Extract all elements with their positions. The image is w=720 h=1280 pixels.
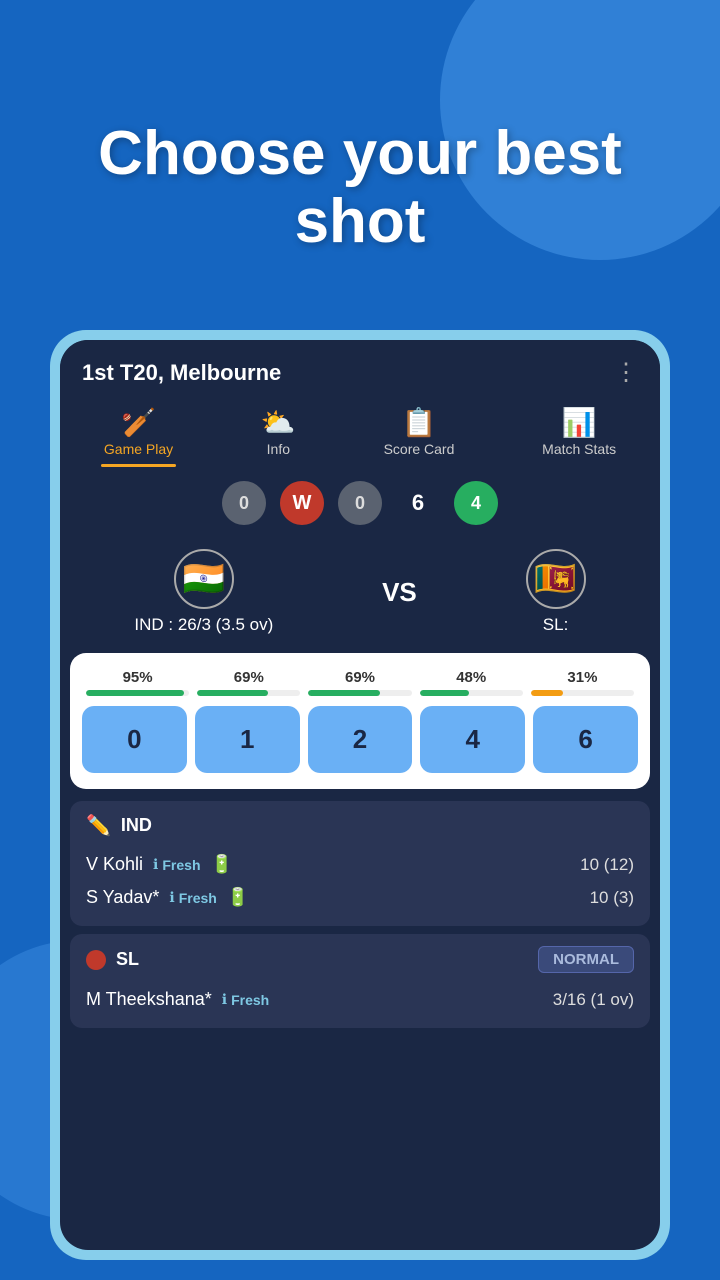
tab-score-card-label: Score Card bbox=[384, 441, 455, 457]
pct-fill-4 bbox=[420, 690, 470, 696]
pct-bar-2 bbox=[308, 690, 411, 696]
batting-icon: ✏️ bbox=[86, 813, 111, 838]
fresh-label-yadav: Fresh bbox=[179, 890, 217, 906]
pct-2: 69% bbox=[345, 669, 375, 686]
shot-col-2: 69% bbox=[304, 669, 415, 696]
score-balls-row: 0 W 0 6 4 bbox=[60, 467, 660, 539]
battery-icon-yadav: 🔋 bbox=[227, 887, 249, 908]
battery-icon-kohli: 🔋 bbox=[211, 854, 233, 875]
hero-line2: shot bbox=[295, 187, 426, 256]
teams-section: 🇮🇳 IND : 26/3 (3.5 ov) VS 🇱🇰 SL: bbox=[60, 539, 660, 641]
pct-bar-1 bbox=[197, 690, 300, 696]
bowler-left-theekshana: M Theekshana* ℹ Fresh bbox=[86, 989, 269, 1010]
batting-header: ✏️ IND bbox=[86, 813, 634, 838]
bowling-section: SL NORMAL M Theekshana* ℹ Fresh 3/16 (1 … bbox=[70, 934, 650, 1028]
phone-screen: 1st T20, Melbourne ⋮ 🏏 Game Play ⛅ Info … bbox=[60, 340, 660, 1250]
india-flag: 🇮🇳 bbox=[174, 549, 234, 609]
info-icon: ⛅ bbox=[261, 409, 296, 437]
ball-6: 6 bbox=[396, 481, 440, 525]
shot-btn-2[interactable]: 2 bbox=[308, 706, 413, 773]
player-score-yadav: 10 (3) bbox=[590, 888, 634, 908]
tab-game-play-label: Game Play bbox=[104, 441, 173, 457]
hero-text: Choose your best shot bbox=[0, 120, 720, 256]
nav-tabs: 🏏 Game Play ⛅ Info 📋 Score Card 📊 Match … bbox=[60, 397, 660, 467]
pct-4: 48% bbox=[456, 669, 486, 686]
tab-info-label: Info bbox=[267, 441, 290, 457]
team-india: 🇮🇳 IND : 26/3 (3.5 ov) bbox=[134, 549, 273, 635]
ball-0-first: 0 bbox=[222, 481, 266, 525]
normal-badge[interactable]: NORMAL bbox=[538, 946, 634, 973]
bowler-row-theekshana: M Theekshana* ℹ Fresh 3/16 (1 ov) bbox=[86, 983, 634, 1016]
shot-percentages: 95% 69% 69% bbox=[82, 669, 638, 696]
sl-flag: 🇱🇰 bbox=[526, 549, 586, 609]
sl-dot-icon bbox=[86, 950, 106, 970]
team-sl: 🇱🇰 SL: bbox=[526, 549, 586, 635]
fresh-badge-kohli: ℹ Fresh bbox=[153, 856, 200, 873]
pct-bar-4 bbox=[420, 690, 523, 696]
shot-col-6: 31% bbox=[527, 669, 638, 696]
pct-bar-0 bbox=[86, 690, 189, 696]
bowling-team-info: SL bbox=[86, 949, 139, 970]
match-title: 1st T20, Melbourne bbox=[82, 360, 281, 386]
fresh-label-kohli: Fresh bbox=[162, 857, 200, 873]
player-name-kohli: V Kohli bbox=[86, 854, 143, 875]
player-row-yadav: S Yadav* ℹ Fresh 🔋 10 (3) bbox=[86, 881, 634, 914]
tab-match-stats[interactable]: 📊 Match Stats bbox=[530, 403, 628, 467]
ball-4: 4 bbox=[454, 481, 498, 525]
shot-col-4: 48% bbox=[416, 669, 527, 696]
fresh-badge-theekshana: ℹ Fresh bbox=[222, 991, 269, 1008]
batting-section: ✏️ IND V Kohli ℹ Fresh 🔋 10 (12) S Yadav… bbox=[70, 801, 650, 926]
bowling-header: SL NORMAL bbox=[86, 946, 634, 973]
shot-col-0: 95% bbox=[82, 669, 193, 696]
shot-btn-4[interactable]: 4 bbox=[420, 706, 525, 773]
player-name-yadav: S Yadav* bbox=[86, 887, 159, 908]
vs-text: VS bbox=[382, 577, 417, 608]
player-left-kohli: V Kohli ℹ Fresh 🔋 bbox=[86, 854, 233, 875]
tab-score-card[interactable]: 📋 Score Card bbox=[372, 403, 467, 467]
hero-line1: Choose your best bbox=[98, 119, 622, 188]
bowler-score-theekshana: 3/16 (1 ov) bbox=[553, 990, 634, 1010]
tab-match-stats-label: Match Stats bbox=[542, 441, 616, 457]
score-card-icon: 📋 bbox=[402, 409, 437, 437]
info-circle-icon-kohli: ℹ bbox=[153, 856, 158, 873]
screen-header: 1st T20, Melbourne ⋮ bbox=[60, 340, 660, 397]
info-circle-icon-yadav: ℹ bbox=[169, 889, 174, 906]
pct-fill-2 bbox=[308, 690, 379, 696]
fresh-label-theekshana: Fresh bbox=[231, 992, 269, 1008]
ball-wicket: W bbox=[280, 481, 324, 525]
info-circle-icon-theekshana: ℹ bbox=[222, 991, 227, 1008]
bowler-name-theekshana: M Theekshana* bbox=[86, 989, 212, 1010]
shot-btn-0[interactable]: 0 bbox=[82, 706, 187, 773]
pct-fill-0 bbox=[86, 690, 184, 696]
pct-bar-6 bbox=[531, 690, 634, 696]
fresh-badge-yadav: ℹ Fresh bbox=[169, 889, 216, 906]
pct-6: 31% bbox=[567, 669, 597, 686]
pct-1: 69% bbox=[234, 669, 264, 686]
tab-info[interactable]: ⛅ Info bbox=[249, 403, 308, 467]
bowling-team-name: SL bbox=[116, 949, 139, 970]
pct-0: 95% bbox=[123, 669, 153, 686]
shot-btn-1[interactable]: 1 bbox=[195, 706, 300, 773]
menu-dots-button[interactable]: ⋮ bbox=[614, 358, 638, 387]
phone-mockup: 1st T20, Melbourne ⋮ 🏏 Game Play ⛅ Info … bbox=[50, 330, 670, 1260]
india-score: IND : 26/3 (3.5 ov) bbox=[134, 615, 273, 635]
pct-fill-1 bbox=[197, 690, 268, 696]
batting-team-name: IND bbox=[121, 815, 152, 836]
pct-fill-6 bbox=[531, 690, 563, 696]
player-row-kohli: V Kohli ℹ Fresh 🔋 10 (12) bbox=[86, 848, 634, 881]
tab-game-play[interactable]: 🏏 Game Play bbox=[92, 403, 185, 467]
player-left-yadav: S Yadav* ℹ Fresh 🔋 bbox=[86, 887, 249, 908]
ball-0-second: 0 bbox=[338, 481, 382, 525]
shot-btn-6[interactable]: 6 bbox=[533, 706, 638, 773]
game-play-icon: 🏏 bbox=[121, 409, 156, 437]
player-score-kohli: 10 (12) bbox=[580, 855, 634, 875]
match-stats-icon: 📊 bbox=[562, 409, 597, 437]
sl-score: SL: bbox=[543, 615, 569, 635]
shot-col-1: 69% bbox=[193, 669, 304, 696]
shot-card: 95% 69% 69% bbox=[70, 653, 650, 789]
shot-buttons: 0 1 2 4 6 bbox=[82, 706, 638, 773]
